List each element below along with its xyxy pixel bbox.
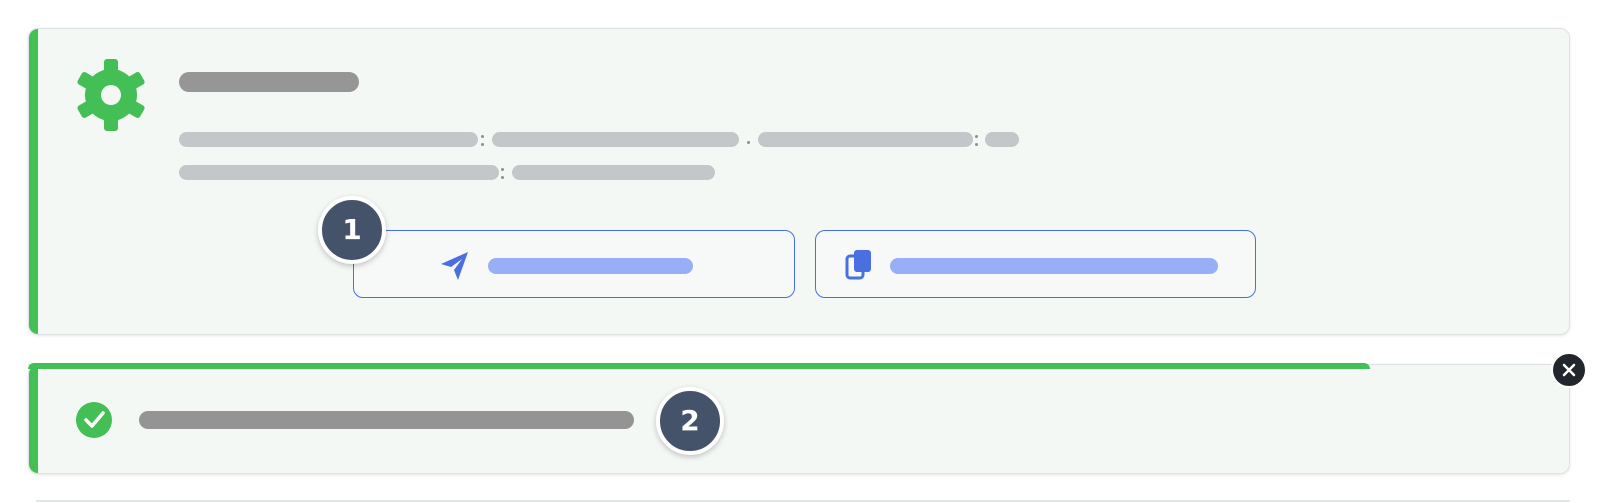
notification-accent-bar (29, 29, 38, 334)
check-circle-icon (76, 402, 112, 438)
notification-text-segment (492, 132, 739, 147)
copy-button-label (890, 258, 1218, 274)
send-button-label (488, 258, 693, 274)
step-badge-2: 2 (656, 387, 724, 455)
send-icon (441, 252, 468, 280)
text-separator (975, 143, 978, 146)
gear-icon (77, 59, 145, 131)
success-toast (28, 364, 1570, 474)
notification-text-segment (179, 165, 499, 180)
text-separator (481, 135, 484, 138)
text-separator (481, 143, 484, 146)
notification-title (179, 72, 359, 92)
notification-card (28, 28, 1570, 335)
toast-progress-bar (28, 363, 1370, 369)
toast-accent-bar (29, 365, 38, 473)
close-icon (1562, 363, 1576, 377)
next-card-edge (36, 500, 1570, 502)
text-separator (501, 168, 504, 171)
text-separator (975, 135, 978, 138)
text-separator (747, 141, 750, 144)
copy-icon (845, 250, 871, 280)
text-separator (501, 176, 504, 179)
notification-text-segment (512, 165, 715, 180)
notification-text-segment (758, 132, 973, 147)
copy-button[interactable] (815, 230, 1256, 298)
notification-text-segment (179, 132, 478, 147)
send-button[interactable] (353, 230, 795, 298)
close-toast-button[interactable] (1551, 352, 1587, 388)
step-badge-1: 1 (318, 196, 386, 264)
toast-message (139, 411, 634, 429)
notification-text-segment (985, 132, 1019, 147)
